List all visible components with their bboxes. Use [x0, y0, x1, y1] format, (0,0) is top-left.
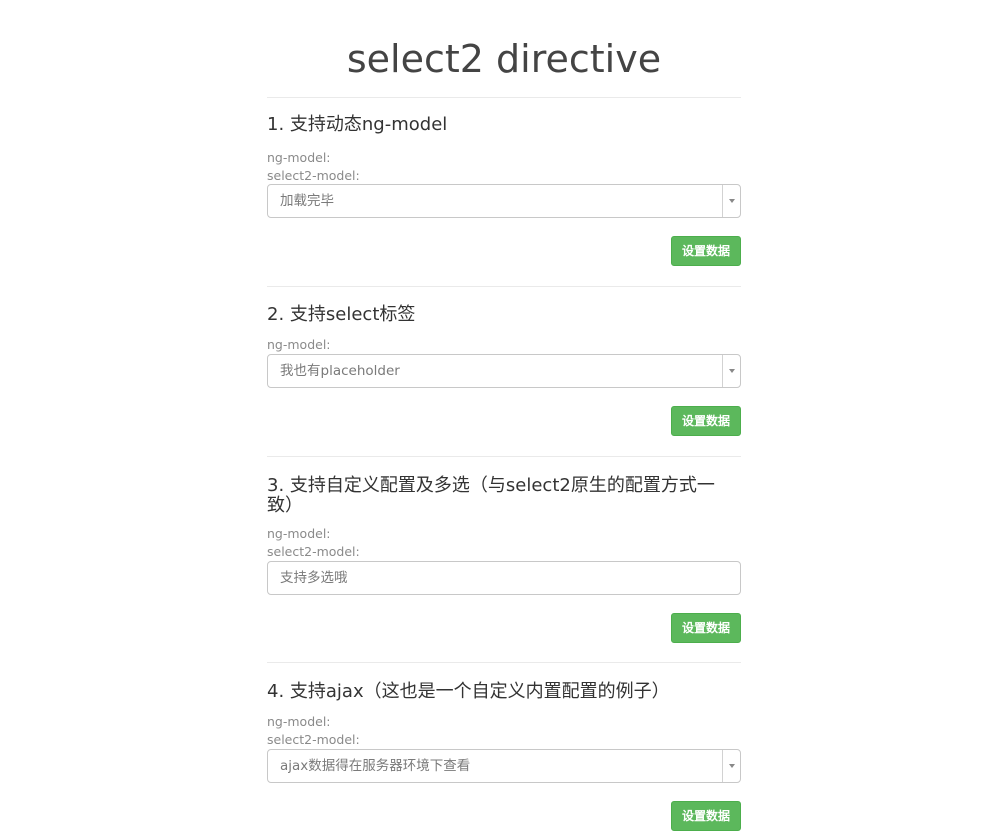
section-heading: 2. 支持select标签: [267, 304, 416, 325]
set-data-button[interactable]: 设置数据: [671, 406, 741, 436]
set-data-button[interactable]: 设置数据: [671, 801, 741, 831]
select-placeholder: 支持多选哦: [280, 570, 348, 586]
main-container: select2 directive 1. 支持动态ng-model ng-mod…: [267, 0, 741, 831]
ng-model-label: ng-model:: [267, 337, 331, 352]
section-dynamic-ng-model: 1. 支持动态ng-model ng-model: select2-model:…: [267, 114, 741, 266]
select-dropdown[interactable]: 我也有placeholder: [267, 354, 741, 388]
section-ajax: 4. 支持ajax（这也是一个自定义内置配置的例子） ng-model: sel…: [267, 681, 741, 831]
select2-model-label: select2-model:: [267, 168, 360, 183]
ng-model-label: ng-model:: [267, 526, 331, 541]
section-divider: [267, 456, 741, 457]
set-data-button[interactable]: 设置数据: [671, 236, 741, 266]
select-value: ajax数据得在服务器环境下查看: [280, 758, 471, 774]
multi-select-input[interactable]: 支持多选哦: [267, 561, 741, 595]
ng-model-label: ng-model:: [267, 714, 331, 729]
section-heading: 1. 支持动态ng-model: [267, 114, 448, 135]
select-dropdown[interactable]: ajax数据得在服务器环境下查看: [267, 749, 741, 783]
select2-model-label: select2-model:: [267, 544, 360, 559]
section-heading: 4. 支持ajax（这也是一个自定义内置配置的例子）: [267, 681, 670, 702]
section-heading-line1: 3. 支持自定义配置及多选（与select2原生的配置方式一: [267, 475, 715, 496]
chevron-down-icon[interactable]: [722, 185, 740, 217]
select2-model-label: select2-model:: [267, 732, 360, 747]
section-divider: [267, 286, 741, 287]
page-title: select2 directive: [267, 0, 741, 98]
chevron-down-icon[interactable]: [722, 750, 740, 782]
chevron-down-icon[interactable]: [722, 355, 740, 387]
select-value: 我也有placeholder: [280, 363, 400, 379]
select-dropdown[interactable]: 加载完毕: [267, 184, 741, 218]
set-data-button[interactable]: 设置数据: [671, 613, 741, 643]
select-value: 加载完毕: [280, 193, 334, 209]
ng-model-label: ng-model:: [267, 150, 331, 165]
section-divider: [267, 662, 741, 663]
section-heading-line2: 致）: [267, 495, 303, 516]
section-heading: 3. 支持自定义配置及多选（与select2原生的配置方式一 致）: [267, 476, 741, 516]
section-custom-config-multiselect: 3. 支持自定义配置及多选（与select2原生的配置方式一 致） ng-mod…: [267, 476, 741, 643]
section-select-tag: 2. 支持select标签 ng-model: 我也有placeholder 设…: [267, 304, 741, 436]
